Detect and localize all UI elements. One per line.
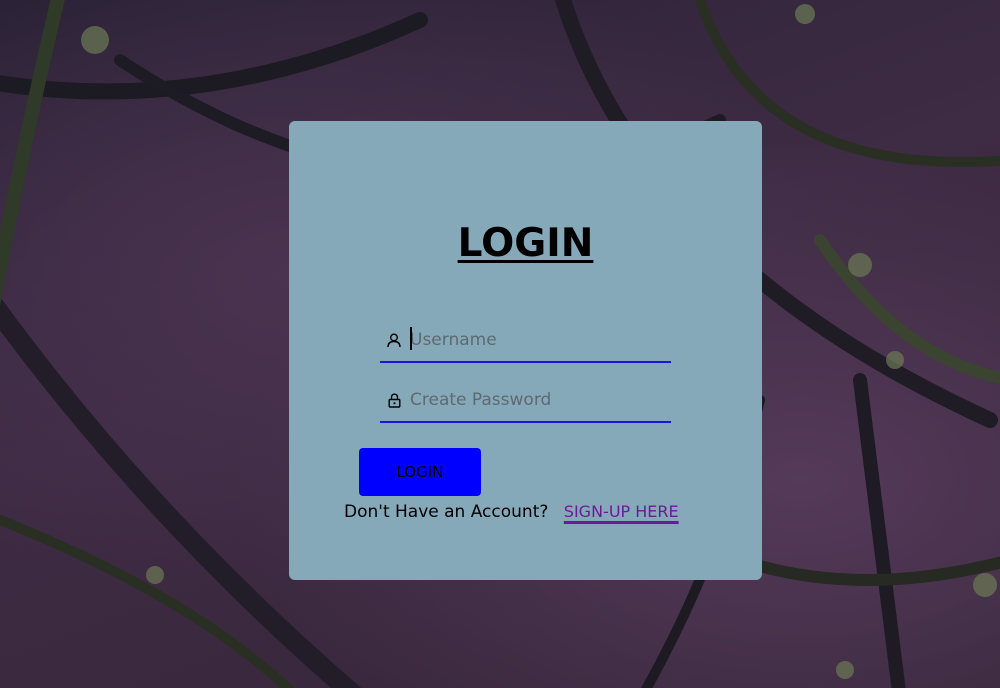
signup-link[interactable]: SIGN-UP HERE bbox=[564, 502, 679, 521]
user-icon bbox=[386, 332, 402, 348]
username-field[interactable] bbox=[380, 319, 671, 363]
username-input[interactable] bbox=[410, 325, 660, 355]
password-input[interactable] bbox=[410, 385, 660, 415]
signup-prompt: Don't Have an Account? bbox=[344, 502, 549, 522]
login-button[interactable]: LOGIN bbox=[359, 448, 481, 496]
login-title: LOGIN bbox=[457, 221, 594, 266]
text-caret bbox=[410, 327, 412, 350]
lock-icon bbox=[386, 392, 402, 408]
signup-row: Don't Have an Account? SIGN-UP HERE bbox=[344, 502, 679, 522]
login-card: LOGIN LOGIN Don't Have an Account? SIGN-… bbox=[289, 121, 762, 580]
password-field[interactable] bbox=[380, 379, 671, 423]
